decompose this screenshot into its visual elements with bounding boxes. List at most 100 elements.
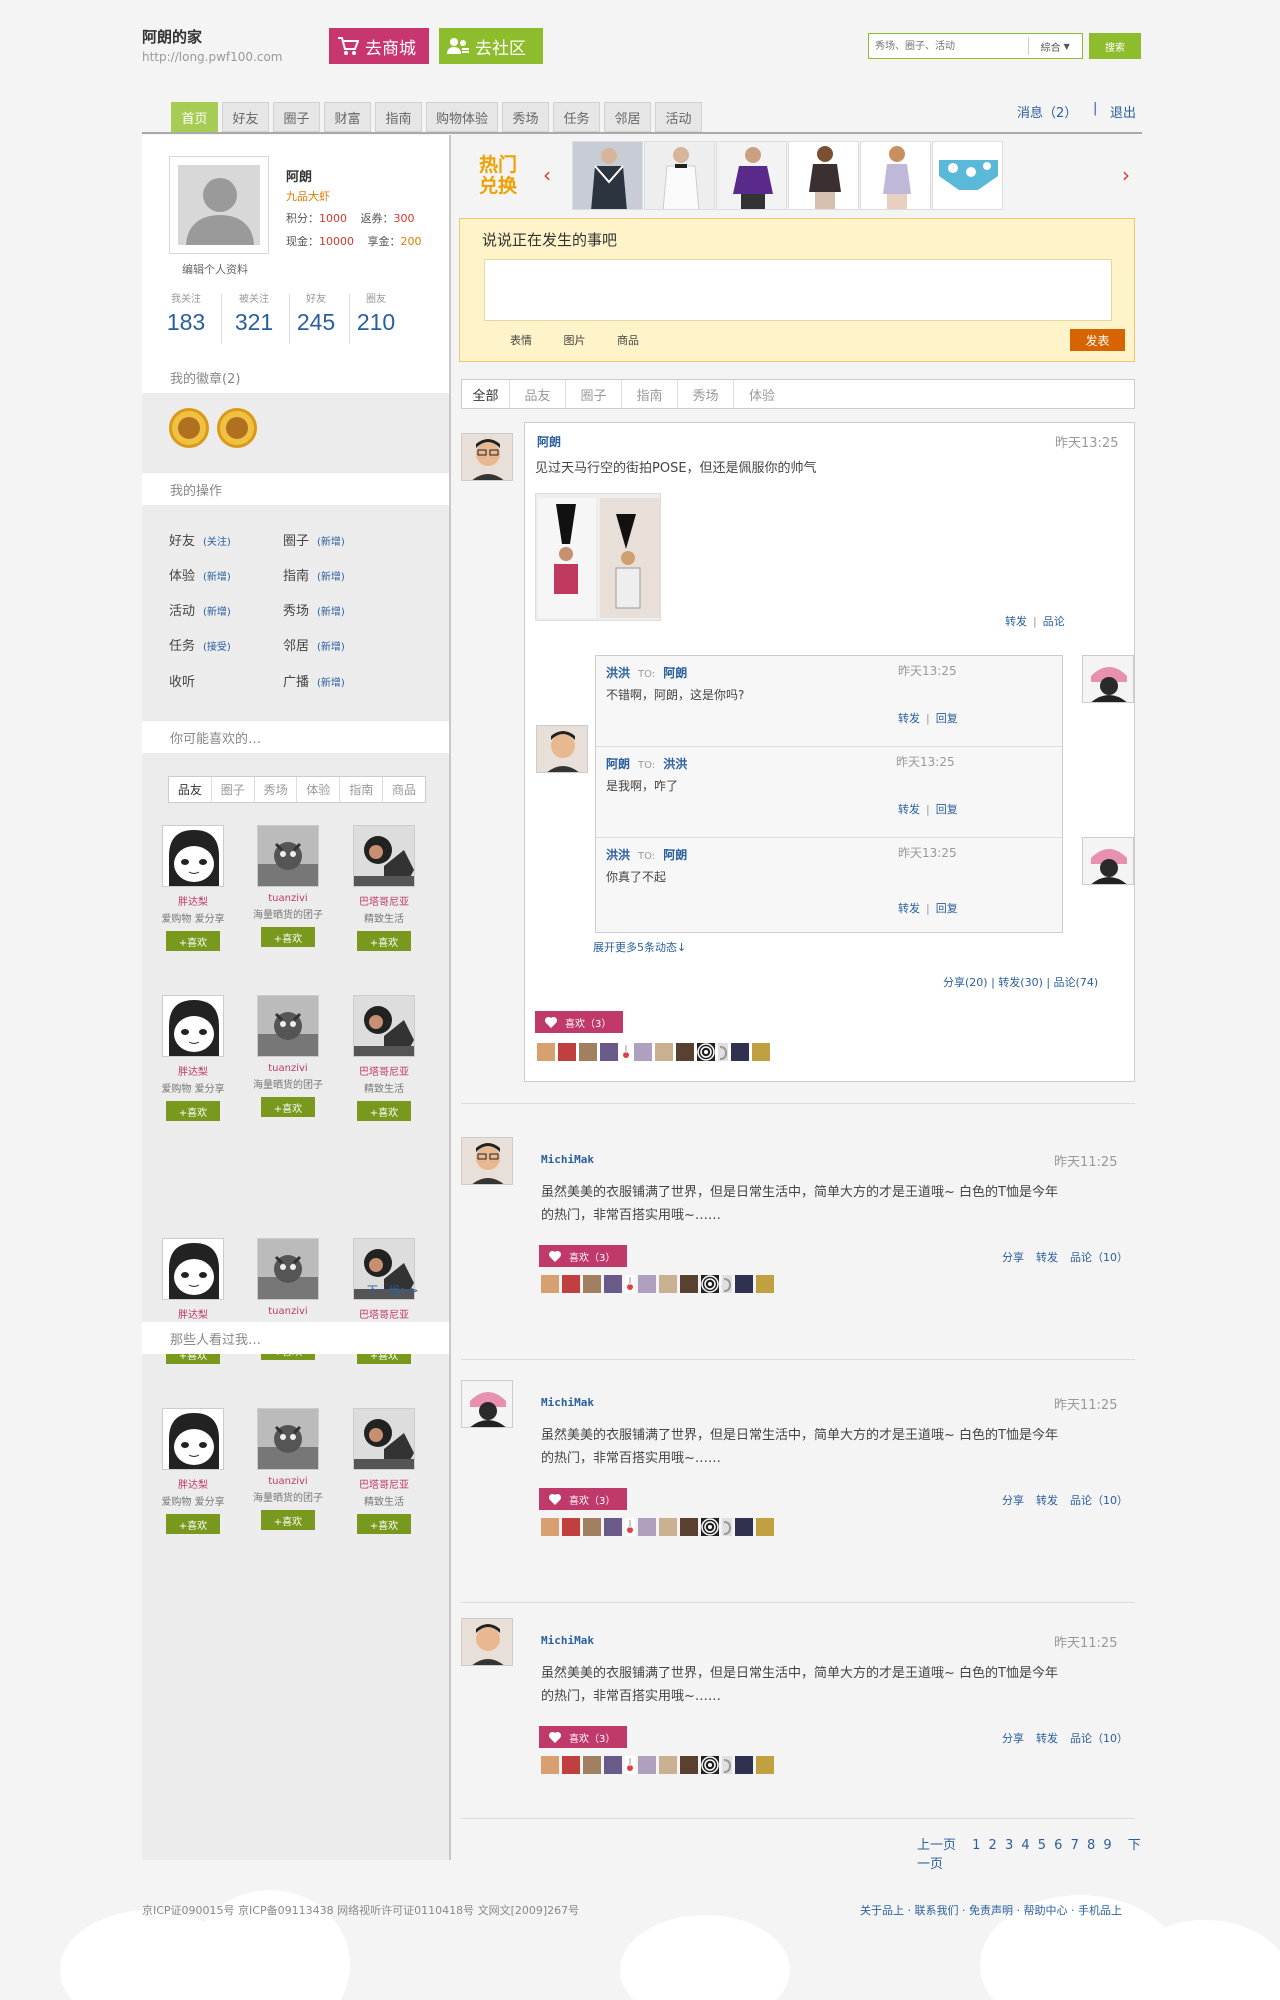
emoji-button[interactable]: 表情 [510, 334, 532, 347]
avatar[interactable] [257, 1408, 319, 1470]
liker-avatar[interactable] [756, 1518, 774, 1536]
liker-avatar[interactable] [604, 1756, 622, 1774]
liker-avatar[interactable] [600, 1043, 618, 1061]
liker-avatar[interactable] [583, 1275, 601, 1293]
liker-avatar[interactable] [583, 1756, 601, 1774]
liker-avatar[interactable] [722, 1756, 732, 1774]
tab-activities[interactable]: 活动 [655, 102, 702, 132]
product-thumb[interactable] [572, 141, 643, 210]
liker-avatar[interactable] [676, 1043, 694, 1061]
reply-link[interactable]: 回复 [936, 902, 958, 915]
product-thumb[interactable] [716, 141, 787, 210]
rtab-show[interactable]: 秀场 [255, 777, 298, 802]
liker-avatar[interactable] [680, 1756, 698, 1774]
feed-tab-friends[interactable]: 品友 [510, 380, 566, 408]
user-name[interactable]: 巴塔哥尼亚 [349, 893, 419, 908]
search-button[interactable]: 搜索 [1089, 33, 1141, 59]
count-circle-friends[interactable]: 圈友 210 [346, 290, 406, 336]
rtab-experience[interactable]: 体验 [297, 777, 341, 802]
user-name[interactable]: tuanzivi [253, 1063, 323, 1074]
user-name[interactable]: 巴塔哥尼亚 [349, 1306, 419, 1321]
like-user-button[interactable]: +喜欢 [166, 1514, 220, 1534]
product-thumb[interactable] [860, 141, 931, 210]
liker-avatar[interactable] [756, 1756, 774, 1774]
tab-tasks[interactable]: 任务 [553, 102, 600, 132]
avatar[interactable] [1082, 655, 1134, 703]
liker-avatar[interactable] [604, 1275, 622, 1293]
like-user-button[interactable]: +喜欢 [357, 931, 411, 951]
like-button[interactable]: 喜欢（3） [539, 1245, 627, 1267]
liker-avatar[interactable] [625, 1275, 635, 1293]
user-name[interactable]: tuanzivi [253, 1306, 323, 1317]
op-broadcast[interactable]: 广播 (新增) [283, 671, 345, 690]
liker-avatar[interactable] [735, 1275, 753, 1293]
op-friends[interactable]: 好友 (关注) [169, 530, 231, 549]
page-numbers[interactable]: 1 2 3 4 5 6 7 8 9 [972, 1838, 1112, 1853]
tab-show[interactable]: 秀场 [502, 102, 549, 132]
liker-avatar[interactable] [735, 1518, 753, 1536]
comment-link[interactable]: 品论（10） [1070, 1732, 1128, 1745]
feed-tab-circles[interactable]: 圈子 [566, 380, 622, 408]
liker-avatar[interactable] [735, 1756, 753, 1774]
avatar[interactable] [461, 433, 513, 481]
product-thumb[interactable] [932, 141, 1003, 210]
tab-circles[interactable]: 圈子 [273, 102, 320, 132]
edit-profile-link[interactable]: 编辑个人资料 [182, 261, 248, 277]
count-following[interactable]: 我关注 183 [156, 290, 216, 336]
search-input[interactable] [869, 34, 1028, 58]
liker-avatar[interactable] [756, 1275, 774, 1293]
feed-tab-experience[interactable]: 体验 [734, 380, 790, 408]
liker-avatar[interactable] [541, 1756, 559, 1774]
avatar[interactable] [162, 1408, 224, 1470]
reply-link[interactable]: 回复 [936, 712, 958, 725]
rtab-circles[interactable]: 圈子 [212, 777, 255, 802]
product-thumb[interactable] [788, 141, 859, 210]
avatar[interactable] [162, 1238, 224, 1300]
count-followers[interactable]: 被关注 321 [224, 290, 284, 336]
user-name[interactable]: 胖达梨 [158, 1476, 228, 1491]
liker-avatar[interactable] [634, 1043, 652, 1061]
show-more-link[interactable]: 展开更多5条动态↓ [593, 939, 686, 955]
comment-link[interactable]: 品论（10） [1070, 1251, 1128, 1264]
go-mall-button[interactable]: 去商城 [329, 28, 429, 64]
comment-link[interactable]: 品论（10） [1070, 1494, 1128, 1507]
rtab-goods[interactable]: 商品 [383, 777, 425, 802]
liker-avatar[interactable] [731, 1043, 749, 1061]
avatar[interactable] [169, 156, 269, 254]
avatar[interactable] [353, 995, 415, 1057]
site-title[interactable]: 阿朗的家 [142, 26, 202, 47]
tab-wealth[interactable]: 财富 [324, 102, 371, 132]
forward-link[interactable]: 转发 [1005, 615, 1027, 628]
badge-icon[interactable] [169, 408, 209, 448]
avatar[interactable] [257, 995, 319, 1057]
op-neighbors[interactable]: 邻居 (新增) [283, 635, 345, 654]
forward-link[interactable]: 转发 [898, 803, 920, 816]
image-button[interactable]: 图片 [564, 334, 586, 347]
avatar[interactable] [162, 995, 224, 1057]
publish-button[interactable]: 发表 [1070, 329, 1125, 351]
forward-link[interactable]: 转发 [1036, 1251, 1058, 1264]
like-user-button[interactable]: +喜欢 [261, 1097, 315, 1117]
tab-neighbors[interactable]: 邻居 [604, 102, 651, 132]
avatar[interactable] [461, 1618, 513, 1666]
liker-avatar[interactable] [680, 1518, 698, 1536]
prev-page-link[interactable]: 上一页 [917, 1838, 956, 1853]
feed-tab-all[interactable]: 全部 [462, 380, 510, 408]
search-scope-select[interactable]: 綜合 ▼ [1027, 37, 1082, 55]
liker-avatar[interactable] [638, 1756, 656, 1774]
tab-home[interactable]: 首页 [171, 102, 218, 132]
liker-avatar[interactable] [625, 1518, 635, 1536]
avatar[interactable] [536, 725, 588, 773]
op-listen[interactable]: 收听 [169, 671, 195, 690]
share-link[interactable]: 分享 [1002, 1732, 1024, 1745]
share-link[interactable]: 分享 [1002, 1494, 1024, 1507]
liker-avatar[interactable] [579, 1043, 597, 1061]
liker-avatar[interactable] [722, 1275, 732, 1293]
feed-author[interactable]: MichiMak [541, 1396, 594, 1409]
user-name[interactable]: 胖达梨 [158, 1063, 228, 1078]
messages-link[interactable]: 消息（2） [1017, 102, 1077, 121]
product-thumb[interactable] [644, 141, 715, 210]
liker-avatar[interactable] [655, 1043, 673, 1061]
logout-link[interactable]: 退出 [1110, 102, 1136, 121]
op-show[interactable]: 秀场 (新增) [283, 600, 345, 619]
